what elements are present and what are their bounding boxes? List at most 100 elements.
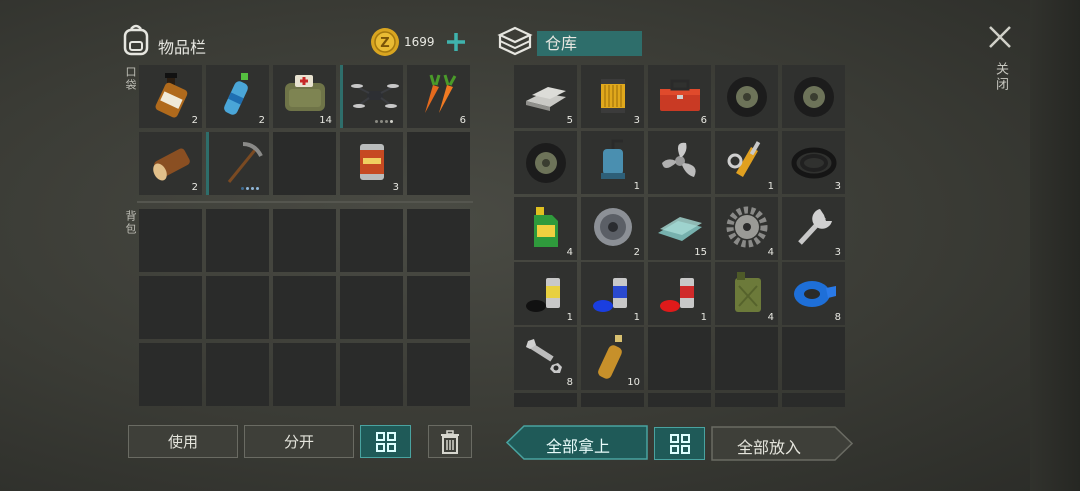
backpack-slot[interactable]	[340, 209, 403, 272]
tire-icon	[727, 77, 767, 117]
backpack-slot[interactable]	[273, 209, 336, 272]
storage-slot[interactable]	[715, 393, 778, 407]
backpack-slot[interactable]	[273, 276, 336, 339]
storage-slot[interactable]: 4	[715, 262, 778, 325]
backpack-slot[interactable]	[407, 209, 470, 272]
item-qty: 6	[700, 115, 707, 126]
plastic-bottle-icon	[598, 335, 622, 379]
storage-slot[interactable]: 3	[782, 131, 845, 194]
pulley-icon	[594, 208, 632, 246]
spray-paint-blue-icon	[593, 272, 627, 312]
metal-ingots-icon	[526, 87, 566, 111]
split-button[interactable]: 分开	[244, 425, 354, 458]
item-qty: 3	[633, 115, 640, 126]
pocket-slot[interactable]	[273, 132, 336, 195]
item-qty: 3	[834, 247, 841, 258]
whiskey-bottle-icon	[155, 73, 188, 118]
first-aid-bag-icon	[285, 75, 325, 111]
backpack-slot[interactable]	[340, 343, 403, 406]
storage-slot[interactable]	[782, 393, 845, 407]
pocket-slot[interactable]	[407, 132, 470, 195]
storage-slot[interactable]	[581, 393, 644, 407]
backpack-icon	[121, 23, 151, 57]
storage-slot[interactable]: 1	[581, 131, 644, 194]
use-button[interactable]: 使用	[128, 425, 238, 458]
pickaxe-icon	[227, 142, 263, 183]
add-coins-button[interactable]	[444, 30, 468, 54]
storage-slot[interactable]: 3	[782, 197, 845, 260]
trash-icon	[441, 429, 459, 454]
storage-slot[interactable]: 3	[581, 65, 644, 128]
inventory-title: 物品栏	[158, 38, 207, 57]
storage-slot[interactable]	[782, 327, 845, 390]
storage-slot[interactable]	[514, 393, 577, 407]
storage-sort-button[interactable]	[654, 427, 705, 460]
item-qty: 14	[319, 115, 332, 126]
storage-slot[interactable]	[648, 393, 711, 407]
durability-dots	[241, 187, 259, 190]
grid-icon	[375, 431, 396, 452]
backpack-slot[interactable]	[139, 209, 202, 272]
item-qty: 1	[566, 312, 573, 323]
item-qty: 2	[191, 182, 198, 193]
hydraulic-cylinder-icon	[727, 141, 761, 177]
water-bottle-icon	[224, 73, 248, 115]
storage-slot[interactable]: 10	[581, 327, 644, 390]
put-all-label: 全部放入	[737, 438, 802, 457]
storage-slot[interactable]: 5	[514, 65, 577, 128]
close-label: 关闭	[993, 62, 1008, 92]
carrots-icon	[425, 74, 457, 113]
pocket-slot[interactable]: 2	[139, 132, 202, 195]
storage-slot[interactable]: 4	[514, 197, 577, 260]
storage-slot[interactable]	[782, 65, 845, 128]
storage-slot[interactable]: 1	[715, 131, 778, 194]
inventory-sort-button[interactable]	[360, 425, 411, 458]
backpack-slot[interactable]	[206, 343, 269, 406]
put-all-button[interactable]: 全部放入	[711, 426, 853, 461]
pocket-separator	[137, 201, 473, 203]
item-qty: 2	[191, 115, 198, 126]
pocket-slot[interactable]: 2	[206, 65, 269, 128]
item-qty: 1	[633, 312, 640, 323]
backpack-slot[interactable]	[139, 276, 202, 339]
coin-icon: Z	[370, 27, 400, 57]
pocket-slot[interactable]: 2	[139, 65, 202, 128]
storage-slot[interactable]: 1	[514, 262, 577, 325]
pocket-slot[interactable]: 14	[273, 65, 336, 128]
storage-slot[interactable]	[514, 131, 577, 194]
backpack-slot[interactable]	[407, 343, 470, 406]
right-edge-shade	[1030, 0, 1080, 491]
item-qty: 15	[694, 247, 707, 258]
take-all-button[interactable]: 全部拿上	[506, 425, 648, 460]
pocket-slot[interactable]: 6	[407, 65, 470, 128]
storage-slot[interactable]: 8	[514, 327, 577, 390]
grid-icon	[669, 433, 690, 454]
backpack-slot[interactable]	[206, 276, 269, 339]
item-qty: 1	[700, 312, 707, 323]
backpack-slot[interactable]	[139, 343, 202, 406]
backpack-slot[interactable]	[273, 343, 336, 406]
toolbox-icon	[660, 79, 700, 111]
storage-slot[interactable]	[715, 327, 778, 390]
pocket-label: 口袋	[124, 66, 137, 92]
wood-log-icon	[153, 148, 190, 181]
storage-slot[interactable]: 2	[581, 197, 644, 260]
storage-slot[interactable]	[648, 131, 711, 194]
storage-slot[interactable]: 4	[715, 197, 778, 260]
storage-slot[interactable]: 15	[648, 197, 711, 260]
storage-slot[interactable]: 1	[648, 262, 711, 325]
pocket-slot[interactable]	[340, 65, 403, 128]
backpack-slot[interactable]	[206, 209, 269, 272]
pocket-slot[interactable]: 3	[340, 132, 403, 195]
storage-slot[interactable]: 8	[782, 262, 845, 325]
storage-slot[interactable]	[648, 327, 711, 390]
backpack-slot[interactable]	[407, 276, 470, 339]
trash-button[interactable]	[428, 425, 472, 458]
backpack-slot[interactable]	[340, 276, 403, 339]
storage-slot[interactable]: 1	[581, 262, 644, 325]
storage-slot[interactable]: 6	[648, 65, 711, 128]
pocket-slot[interactable]	[206, 132, 269, 195]
wrench-icon	[798, 209, 832, 245]
close-button[interactable]: 关闭	[985, 22, 1015, 102]
storage-slot[interactable]	[715, 65, 778, 128]
